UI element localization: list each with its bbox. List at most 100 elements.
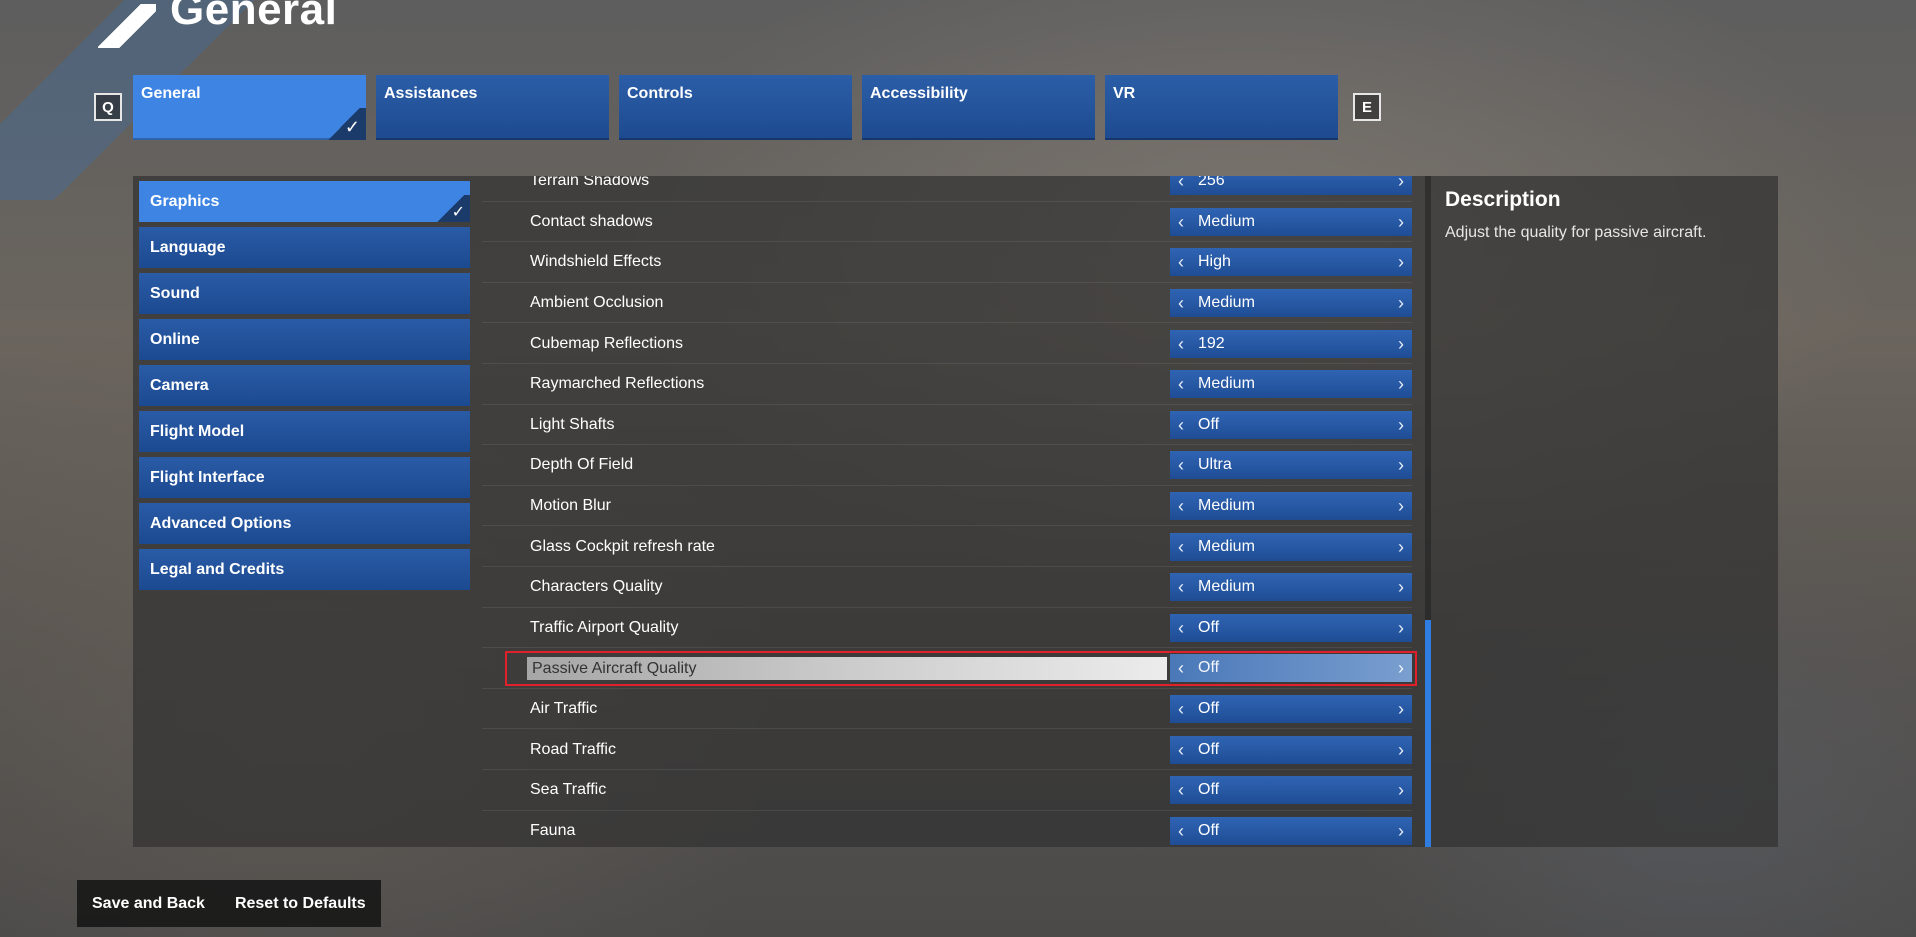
- setting-value-selector[interactable]: ‹ Medium ›: [1170, 492, 1412, 521]
- setting-row[interactable]: Light Shafts ‹ Off ›: [482, 405, 1420, 446]
- tab-label: Accessibility: [870, 85, 968, 102]
- setting-label: Traffic Airport Quality: [530, 618, 679, 636]
- save-and-back-button[interactable]: Save and Back: [92, 895, 205, 913]
- chevron-right-icon[interactable]: ›: [1398, 578, 1404, 596]
- setting-row[interactable]: Windshield Effects ‹ High ›: [482, 242, 1420, 283]
- tab-label: VR: [1113, 85, 1136, 102]
- tab-label: Controls: [627, 85, 693, 102]
- next-tab-key-hint[interactable]: E: [1353, 93, 1381, 121]
- tab-assistances[interactable]: Assistances: [376, 75, 609, 140]
- setting-value-selector[interactable]: ‹ Off ›: [1170, 613, 1412, 642]
- chevron-right-icon[interactable]: ›: [1398, 741, 1404, 759]
- setting-row[interactable]: Raymarched Reflections ‹ Medium ›: [482, 364, 1420, 405]
- setting-row[interactable]: Motion Blur ‹ Medium ›: [482, 486, 1420, 527]
- scrollbar-thumb[interactable]: [1425, 620, 1431, 847]
- setting-label: Cubemap Reflections: [530, 334, 683, 352]
- setting-value-selector[interactable]: ‹ Ultra ›: [1170, 451, 1412, 480]
- setting-row[interactable]: Glass Cockpit refresh rate ‹ Medium ›: [482, 526, 1420, 567]
- setting-value-selector[interactable]: ‹ Medium ›: [1170, 289, 1412, 318]
- setting-value-selector[interactable]: ‹ Off ›: [1170, 776, 1412, 805]
- setting-row[interactable]: Characters Quality ‹ Medium ›: [482, 567, 1420, 608]
- setting-row[interactable]: Cubemap Reflections ‹ 192 ›: [482, 323, 1420, 364]
- setting-value: 256: [1198, 176, 1225, 190]
- description-panel: Description Adjust the quality for passi…: [1433, 176, 1778, 847]
- chevron-right-icon[interactable]: ›: [1398, 497, 1404, 515]
- chevron-right-icon[interactable]: ›: [1398, 253, 1404, 271]
- setting-value: Medium: [1198, 212, 1255, 230]
- setting-row[interactable]: Terrain Shadows ‹ 256 ›: [482, 176, 1420, 202]
- reset-to-defaults-button[interactable]: Reset to Defaults: [235, 895, 366, 913]
- setting-row[interactable]: Depth Of Field ‹ Ultra ›: [482, 445, 1420, 486]
- chevron-right-icon[interactable]: ›: [1398, 659, 1404, 677]
- setting-label: Contact shadows: [530, 212, 653, 230]
- sidebar-item-graphics[interactable]: Graphics ✓: [139, 181, 470, 222]
- setting-value-selector[interactable]: ‹ Off ›: [1170, 735, 1412, 764]
- sidebar-item-online[interactable]: Online: [139, 319, 470, 360]
- setting-row[interactable]: Passive Aircraft Quality ‹ Off ›: [482, 648, 1420, 689]
- tab-accessibility[interactable]: Accessibility: [862, 75, 1095, 140]
- selected-check-icon: ✓: [322, 108, 366, 140]
- setting-value-selector[interactable]: ‹ Off ›: [1170, 816, 1412, 845]
- sidebar-item-camera[interactable]: Camera: [139, 365, 470, 406]
- sidebar-item-language[interactable]: Language: [139, 227, 470, 268]
- setting-value: Off: [1198, 415, 1220, 433]
- sidebar-item-advanced-options[interactable]: Advanced Options: [139, 503, 470, 544]
- setting-row[interactable]: Air Traffic ‹ Off ›: [482, 689, 1420, 730]
- setting-row[interactable]: Road Traffic ‹ Off ›: [482, 729, 1420, 770]
- setting-value: Medium: [1198, 578, 1255, 596]
- setting-row[interactable]: Fauna ‹ Off ›: [482, 811, 1420, 848]
- setting-value: 192: [1198, 334, 1225, 352]
- setting-value-selector[interactable]: ‹ Off ›: [1170, 410, 1412, 439]
- setting-row[interactable]: Sea Traffic ‹ Off ›: [482, 770, 1420, 811]
- setting-row[interactable]: Contact shadows ‹ Medium ›: [482, 202, 1420, 243]
- chevron-right-icon[interactable]: ›: [1398, 294, 1404, 312]
- sidebar-item-label: Flight Model: [150, 422, 245, 440]
- sidebar-item-legal-and-credits[interactable]: Legal and Credits: [139, 549, 470, 590]
- setting-value: Medium: [1198, 294, 1255, 312]
- setting-row[interactable]: Traffic Airport Quality ‹ Off ›: [482, 608, 1420, 649]
- chevron-right-icon[interactable]: ›: [1398, 538, 1404, 556]
- sidebar-item-sound[interactable]: Sound: [139, 273, 470, 314]
- chevron-right-icon[interactable]: ›: [1398, 176, 1404, 190]
- setting-value: Off: [1198, 781, 1220, 799]
- setting-value: Ultra: [1198, 456, 1232, 474]
- sidebar-item-label: Advanced Options: [150, 514, 292, 532]
- setting-label: Passive Aircraft Quality: [527, 657, 1167, 681]
- setting-label: Ambient Occlusion: [530, 294, 664, 312]
- settings-rows: Terrain Shadows ‹ 256 › Contact shadows ‹ Medi…: [482, 176, 1420, 847]
- sidebar-item-flight-model[interactable]: Flight Model: [139, 411, 470, 452]
- sidebar-item-label: Online: [150, 330, 200, 348]
- scrollbar-track[interactable]: [1425, 176, 1431, 847]
- chevron-right-icon[interactable]: ›: [1398, 781, 1404, 799]
- chevron-right-icon[interactable]: ›: [1398, 456, 1404, 474]
- chevron-right-icon[interactable]: ›: [1398, 416, 1404, 434]
- setting-row[interactable]: Ambient Occlusion ‹ Medium ›: [482, 283, 1420, 324]
- setting-value-selector[interactable]: ‹ 256 ›: [1170, 176, 1412, 196]
- setting-value-selector[interactable]: ‹ Off ›: [1170, 695, 1412, 724]
- sidebar-item-label: Flight Interface: [150, 468, 265, 486]
- tab-controls[interactable]: Controls: [619, 75, 852, 140]
- tab-general[interactable]: General ✓: [133, 75, 366, 140]
- tab-vr[interactable]: VR: [1105, 75, 1338, 140]
- prev-tab-key-hint[interactable]: Q: [94, 93, 122, 121]
- settings-list[interactable]: Terrain Shadows ‹ 256 › Contact shadows ‹ Medi…: [482, 176, 1420, 847]
- sidebar: Graphics ✓ Language Sound Online Camera …: [139, 181, 470, 595]
- setting-value-selector[interactable]: ‹ Medium ›: [1170, 207, 1412, 236]
- setting-value-selector[interactable]: ‹ Medium ›: [1170, 573, 1412, 602]
- chevron-right-icon[interactable]: ›: [1398, 213, 1404, 231]
- chevron-right-icon[interactable]: ›: [1398, 700, 1404, 718]
- setting-value-selector[interactable]: ‹ Medium ›: [1170, 532, 1412, 561]
- tab-label: Assistances: [384, 85, 478, 102]
- chevron-right-icon[interactable]: ›: [1398, 335, 1404, 353]
- setting-value-selector[interactable]: ‹ Off ›: [1170, 654, 1412, 683]
- tab-bar: General ✓ Assistances Controls Accessibi…: [133, 75, 1338, 140]
- setting-value-selector[interactable]: ‹ 192 ›: [1170, 329, 1412, 358]
- setting-value-selector[interactable]: ‹ Medium ›: [1170, 370, 1412, 399]
- setting-value-selector[interactable]: ‹ High ›: [1170, 248, 1412, 277]
- sidebar-item-flight-interface[interactable]: Flight Interface: [139, 457, 470, 498]
- chevron-right-icon[interactable]: ›: [1398, 619, 1404, 637]
- chevron-right-icon[interactable]: ›: [1398, 822, 1404, 840]
- chevron-right-icon[interactable]: ›: [1398, 375, 1404, 393]
- setting-value: High: [1198, 253, 1231, 271]
- tab-label: General: [141, 85, 201, 102]
